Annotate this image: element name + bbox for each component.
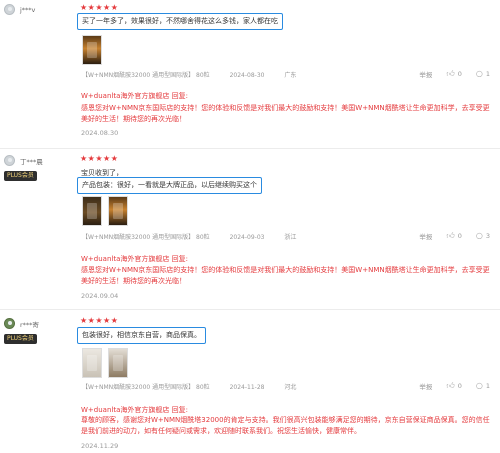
review-image-thumb[interactable] xyxy=(82,196,102,226)
plus-member-badge: PLUS会员 xyxy=(4,334,37,344)
like-count: 0 xyxy=(457,70,462,78)
product-variant: 【W+NMN烟酰胺32000 通用型国际版】 80粒 xyxy=(82,234,210,241)
seller-reply-body: 感恩您对W+NMN京东国际店的支持！您的体验和反馈是对我们最大的鼓励和支持！美国… xyxy=(81,104,490,123)
review-actions: 举报 👍︎ 0 ○ 1 xyxy=(419,381,490,392)
review-location: 广东 xyxy=(284,72,297,79)
like-count: 0 xyxy=(457,382,462,390)
reviewer-name: 丁***晨 xyxy=(20,157,43,166)
reviewer-name: j***v xyxy=(20,5,36,14)
seller-reply-body: 感恩您对W+NMN京东国际店的支持！您的体验和反馈是对我们最大的鼓励和支持！美国… xyxy=(81,266,490,285)
like-button[interactable]: 👍︎ 0 xyxy=(446,231,462,241)
review-meta: 【W+NMN烟酰胺32000 通用型国际版】 80粒 2024-08-30 广东 xyxy=(82,70,314,79)
report-button[interactable]: 举报 xyxy=(419,231,432,241)
comment-button[interactable]: ○ 3 xyxy=(475,231,490,241)
seller-reply-date: 2024.09.04 xyxy=(81,292,119,300)
product-variant: 【W+NMN烟酰胺32000 通用型国际版】 80粒 xyxy=(82,384,210,391)
like-count: 0 xyxy=(457,232,462,240)
review-date: 2024-11-28 xyxy=(229,384,265,391)
reviewer: j***v xyxy=(4,4,35,15)
review-images xyxy=(82,35,102,65)
review-image-thumb[interactable] xyxy=(108,348,128,378)
review-content: 买了一年多了，效果很好，不然哪舍得花这么多钱，家人都在吃 xyxy=(77,13,283,30)
review-divider xyxy=(0,309,500,310)
report-button[interactable]: 举报 xyxy=(419,69,432,79)
thumbs-up-icon: 👍︎ xyxy=(446,69,455,78)
seller-reply-header: W+duanlta海外官方旗舰店 回复: xyxy=(81,255,188,263)
like-button[interactable]: 👍︎ 0 xyxy=(446,381,462,391)
star-rating: ★★★★★ xyxy=(80,316,119,325)
review-actions: 举报 👍︎ 0 ○ 3 xyxy=(419,231,490,242)
review-meta: 【W+NMN烟酰胺32000 通用型国际版】 80粒 2024-09-03 浙江 xyxy=(82,232,314,241)
reviewer: 丁***晨 xyxy=(4,155,43,166)
review-images xyxy=(82,196,128,226)
comment-count: 1 xyxy=(485,382,490,390)
comment-icon: ○ xyxy=(475,381,483,390)
review-date: 2024-09-03 xyxy=(229,234,265,241)
seller-reply-header: W+duanlta海外官方旗舰店 回复: xyxy=(81,92,188,100)
review-content: 包装很好，相信京东自营，商品保真。 xyxy=(77,327,206,344)
comment-icon: ○ xyxy=(475,69,483,78)
avatar xyxy=(4,318,15,329)
product-variant: 【W+NMN烟酰胺32000 通用型国际版】 80粒 xyxy=(82,72,210,79)
seller-reply-date: 2024.08.30 xyxy=(81,129,119,137)
seller-reply-date: 2024.11.29 xyxy=(81,442,119,450)
seller-reply-body: 尊敬的顾客，感谢您对W+NMN烟酰塔32000的肯定与支持。我们很高兴包装能够满… xyxy=(81,416,490,435)
review-actions: 举报 👍︎ 0 ○ 1 xyxy=(419,69,490,80)
avatar xyxy=(4,155,15,166)
reviewer: r***寄 xyxy=(4,318,39,329)
avatar xyxy=(4,4,15,15)
review-divider xyxy=(0,148,500,149)
comment-count: 1 xyxy=(485,70,490,78)
review-image-thumb[interactable] xyxy=(82,35,102,65)
review-image-thumb[interactable] xyxy=(82,348,102,378)
plus-member-badge: PLUS会员 xyxy=(4,171,37,181)
comment-button[interactable]: ○ 1 xyxy=(475,69,490,79)
review-image-thumb[interactable] xyxy=(108,196,128,226)
reviewer-name: r***寄 xyxy=(20,320,39,329)
comment-button[interactable]: ○ 1 xyxy=(475,381,490,391)
review-location: 浙江 xyxy=(284,234,297,241)
report-button[interactable]: 举报 xyxy=(419,381,432,391)
review-date: 2024-08-30 xyxy=(229,72,265,79)
comment-count: 3 xyxy=(485,232,490,240)
star-rating: ★★★★★ xyxy=(80,3,119,12)
review-location: 河北 xyxy=(284,384,297,391)
seller-reply-header: W+duanlta海外官方旗舰店 回复: xyxy=(81,406,188,414)
review-content: 产品包装：很好，一看就是大牌正品，以后继续购买这个 xyxy=(77,177,262,194)
thumbs-up-icon: 👍︎ xyxy=(446,231,455,240)
comment-icon: ○ xyxy=(475,231,483,240)
thumbs-up-icon: 👍︎ xyxy=(446,381,455,390)
review-meta: 【W+NMN烟酰胺32000 通用型国际版】 80粒 2024-11-28 河北 xyxy=(82,382,314,391)
star-rating: ★★★★★ xyxy=(80,154,119,163)
review-images xyxy=(82,348,128,378)
like-button[interactable]: 👍︎ 0 xyxy=(446,69,462,79)
